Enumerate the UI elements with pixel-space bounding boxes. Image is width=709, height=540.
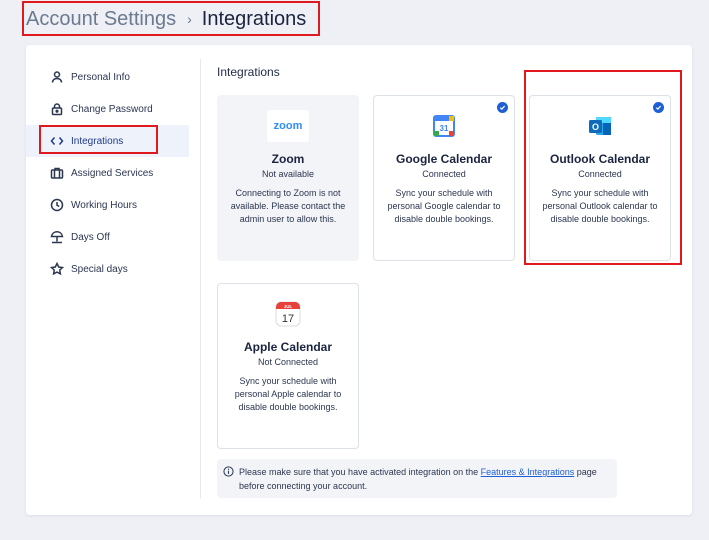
card-description: Sync your schedule with personal Google … xyxy=(387,188,501,224)
sidebar-item-label: Working Hours xyxy=(71,199,137,211)
card-status: Not available xyxy=(261,169,315,179)
breadcrumb-separator: › xyxy=(187,11,192,27)
info-note: Please make sure that you have activated… xyxy=(217,459,617,498)
integration-card-apple-calendar[interactable]: JUL 17 Apple Calendar Not Connected Sync… xyxy=(217,283,359,449)
sidebar-item-change-password[interactable]: Change Password xyxy=(26,93,189,125)
clock-icon xyxy=(50,198,64,212)
sidebar-item-label: Days Off xyxy=(71,231,110,243)
google-calendar-day: 31 xyxy=(440,124,449,133)
integration-card-zoom[interactable]: zoom Zoom Not available Connecting to Zo… xyxy=(217,95,359,261)
sidebar-item-personal-info[interactable]: Personal Info xyxy=(26,61,189,93)
breadcrumb: Account Settings › Integrations xyxy=(26,5,306,33)
code-icon xyxy=(50,134,64,148)
star-icon xyxy=(50,262,64,276)
card-status: Not Connected xyxy=(257,357,319,367)
check-icon xyxy=(497,102,508,113)
section-title: Integrations xyxy=(217,65,280,79)
sidebar-item-assigned-services[interactable]: Assigned Services xyxy=(26,157,189,189)
card-name: Apple Calendar xyxy=(243,340,333,354)
apple-calendar-icon: JUL 17 xyxy=(272,298,304,330)
info-icon xyxy=(223,466,234,477)
user-icon xyxy=(50,70,64,84)
zoom-logo-icon: zoom xyxy=(267,110,309,142)
sidebar-item-label: Special days xyxy=(71,263,128,275)
page-title: Integrations xyxy=(201,7,307,30)
sidebar-item-special-days[interactable]: Special days xyxy=(26,253,189,285)
sidebar-item-label: Assigned Services xyxy=(71,167,154,179)
sidebar-item-label: Change Password xyxy=(71,103,153,115)
settings-panel: Personal Info Change Password Integratio… xyxy=(26,45,692,515)
card-status: Connected xyxy=(422,169,466,179)
card-status: Connected xyxy=(578,169,622,179)
features-integrations-link[interactable]: Features & Integrations xyxy=(481,467,575,477)
integration-card-outlook-calendar[interactable]: O Outlook Calendar Connected Sync your s… xyxy=(529,95,671,261)
sidebar-item-integrations[interactable]: Integrations xyxy=(26,125,189,157)
card-description: Connecting to Zoom is not available. Ple… xyxy=(230,188,346,224)
card-description: Sync your schedule with personal Apple c… xyxy=(234,376,342,412)
check-icon xyxy=(653,102,664,113)
sidebar-item-label: Integrations xyxy=(71,135,124,147)
settings-sidebar: Personal Info Change Password Integratio… xyxy=(26,61,189,285)
note-text-before: Please make sure that you have activated… xyxy=(239,467,481,477)
lock-icon xyxy=(50,102,64,116)
sidebar-item-days-off[interactable]: Days Off xyxy=(26,221,189,253)
card-description: Sync your schedule with personal Outlook… xyxy=(542,188,658,224)
outlook-calendar-icon: O xyxy=(584,110,616,142)
apple-calendar-month: JUL xyxy=(284,304,293,309)
outlook-logo-letter: O xyxy=(592,122,599,132)
apple-calendar-day: 17 xyxy=(282,313,294,325)
google-calendar-icon: 31 xyxy=(428,110,460,142)
card-name: Zoom xyxy=(271,152,305,166)
sidebar-item-working-hours[interactable]: Working Hours xyxy=(26,189,189,221)
beach-umbrella-icon xyxy=(50,230,64,244)
breadcrumb-parent[interactable]: Account Settings xyxy=(26,8,176,31)
sidebar-item-label: Personal Info xyxy=(71,71,130,83)
briefcase-icon xyxy=(50,166,64,180)
card-name: Google Calendar xyxy=(395,152,493,166)
sidebar-divider xyxy=(200,59,201,499)
integration-card-google-calendar[interactable]: 31 Google Calendar Connected Sync your s… xyxy=(373,95,515,261)
card-name: Outlook Calendar xyxy=(549,152,650,166)
